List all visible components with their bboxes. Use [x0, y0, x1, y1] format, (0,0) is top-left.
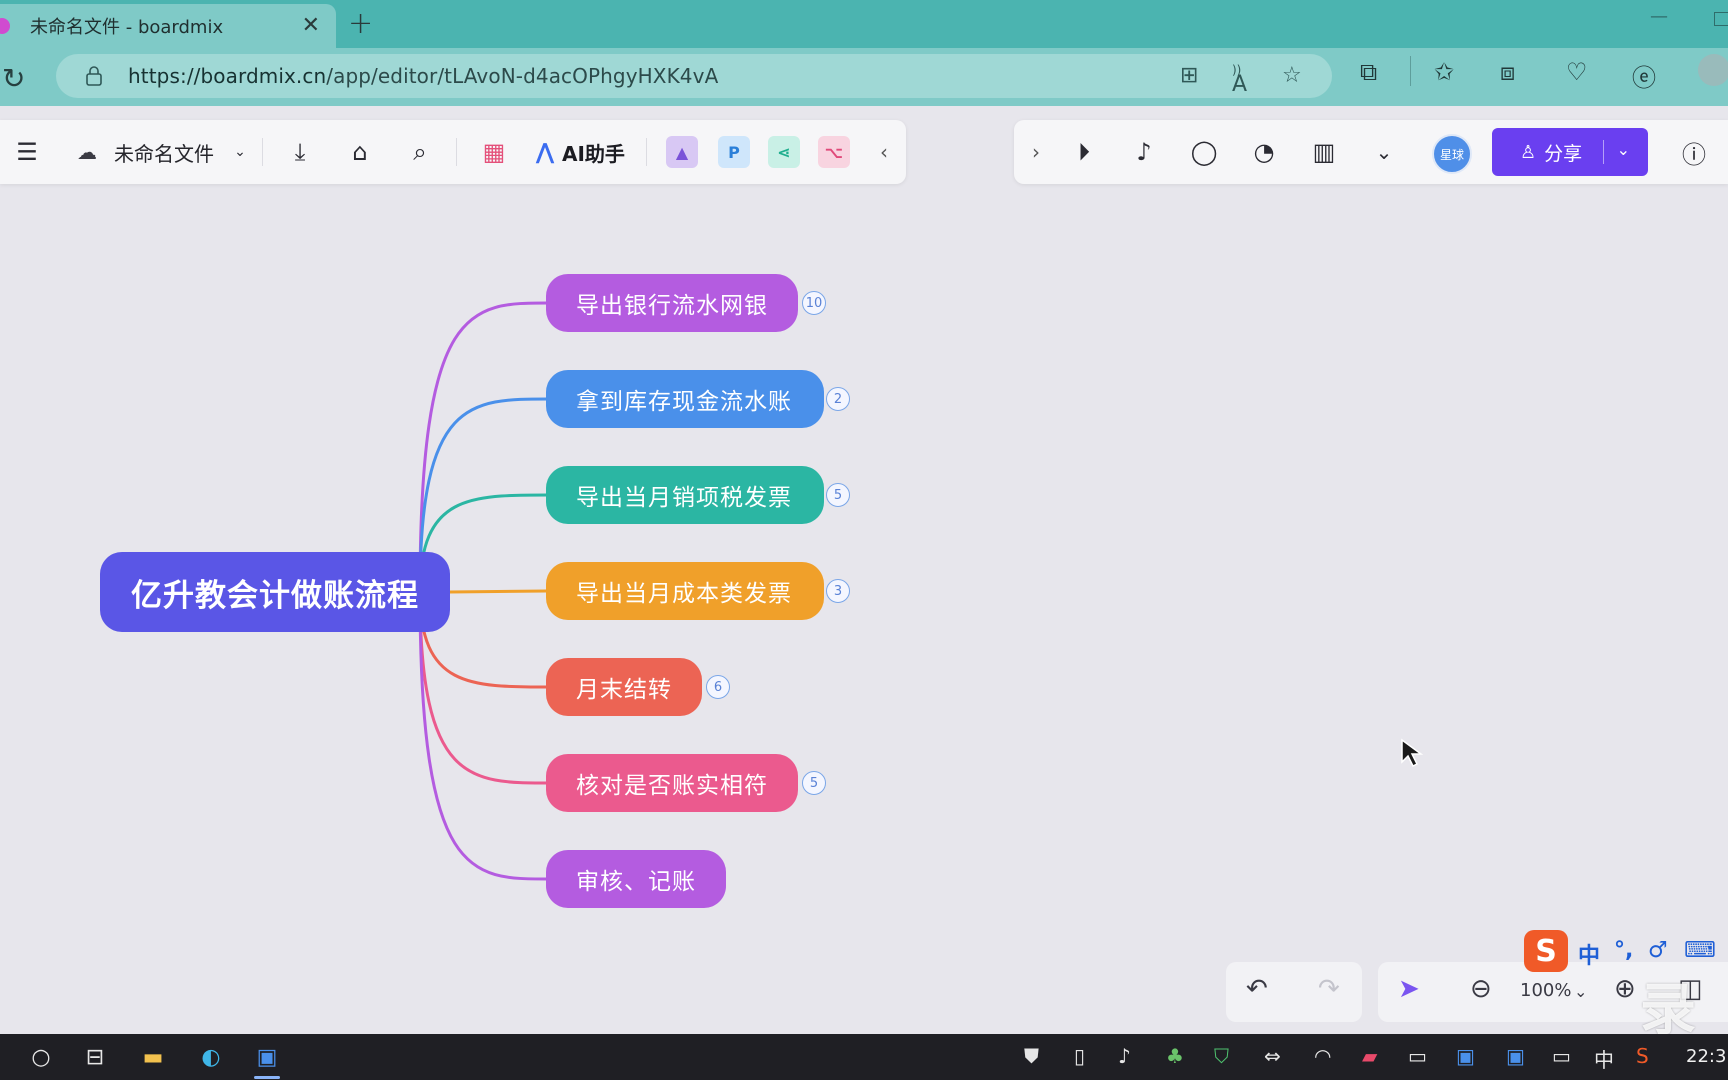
volume-icon[interactable]: ♪ [1118, 1044, 1131, 1068]
mouse-cursor-icon [1401, 738, 1424, 768]
search-circle-icon[interactable]: ○ [26, 1042, 56, 1072]
network-share-icon[interactable]: ⇔ [1264, 1044, 1281, 1068]
zoom-out-icon[interactable]: ⊖ [1470, 974, 1492, 1004]
recorder-icon[interactable]: ▰ [1362, 1044, 1377, 1068]
microphone-icon[interactable]: ♂ [1648, 938, 1668, 963]
edge-browser-icon[interactable]: ◐ [196, 1042, 226, 1072]
undo-icon[interactable]: ↶ [1246, 974, 1268, 1004]
sogou-tray-icon[interactable]: S [1636, 1044, 1649, 1068]
active-app-indicator [254, 1076, 280, 1079]
collapsed-count-badge[interactable]: 5 [802, 771, 826, 795]
mindmap-branch-node[interactable]: 月末结转 [546, 658, 702, 716]
boardmix-app-icon[interactable]: ▣ [252, 1042, 282, 1072]
mindmap-branch-node[interactable]: 导出当月成本类发票 [546, 562, 824, 620]
keyboard-icon[interactable]: ⌨ [1684, 938, 1716, 963]
zoom-chevron-down-icon[interactable]: ⌄ [1574, 982, 1587, 1001]
display-icon[interactable]: ▭ [1552, 1044, 1571, 1068]
collapsed-count-badge[interactable]: 10 [802, 291, 826, 315]
mindmap-branch-node[interactable]: 导出当月销项税发票 [546, 466, 824, 524]
wifi-icon[interactable]: ◠ [1314, 1044, 1331, 1068]
mindmap-branch-node[interactable]: 导出银行流水网银 [546, 274, 798, 332]
tray-cloud-app-icon[interactable]: ▣ [1506, 1044, 1525, 1068]
zoom-level[interactable]: 100% [1520, 980, 1571, 1001]
mindmap-branch-node[interactable]: 核对是否账实相符 [546, 754, 798, 812]
ime-language[interactable]: 中 [1578, 938, 1600, 970]
tray-language[interactable]: 中 [1594, 1044, 1614, 1073]
undo-redo-bar: ↶ ↷ [1226, 962, 1362, 1022]
tray-app-icon[interactable]: ♣ [1166, 1044, 1184, 1068]
collapsed-count-badge[interactable]: 3 [826, 579, 850, 603]
defender-icon[interactable]: ⛉ [1214, 1044, 1229, 1068]
mindmap-root-node[interactable]: 亿升教会计做账流程 [100, 552, 450, 632]
collapsed-count-badge[interactable]: 2 [826, 387, 850, 411]
mindmap-connectors [418, 301, 549, 881]
sogou-logo-icon[interactable]: S [1524, 930, 1568, 972]
mindmap-branch-node[interactable]: 审核、记账 [546, 850, 726, 908]
security-shield-icon[interactable]: ⛊ [1024, 1044, 1039, 1068]
tray-blue-app-icon[interactable]: ▣ [1456, 1044, 1475, 1068]
taskbar: ○ ⊟ ▬ ◐ ▣ ⛊ ▯ ♪ ♣ ⛉ ⇔ ◠ ▰ ▭ ▣ ▣ ▭ 中 S 22… [0, 1034, 1728, 1080]
select-tool-icon[interactable]: ➤ [1398, 974, 1420, 1004]
collapsed-count-badge[interactable]: 6 [706, 675, 730, 699]
mindmap-branch-node[interactable]: 拿到库存现金流水账 [546, 370, 824, 428]
collapsed-count-badge[interactable]: 5 [826, 483, 850, 507]
ime-punctuation[interactable]: °, [1614, 938, 1633, 963]
file-explorer-icon[interactable]: ▬ [138, 1042, 168, 1072]
usb-icon[interactable]: ▯ [1074, 1044, 1085, 1068]
connector-line [449, 589, 547, 594]
task-view-icon[interactable]: ⊟ [80, 1042, 110, 1072]
battery-icon[interactable]: ▭ [1408, 1044, 1427, 1068]
system-clock: 22:31 [1686, 1046, 1728, 1067]
redo-icon[interactable]: ↷ [1318, 974, 1340, 1004]
